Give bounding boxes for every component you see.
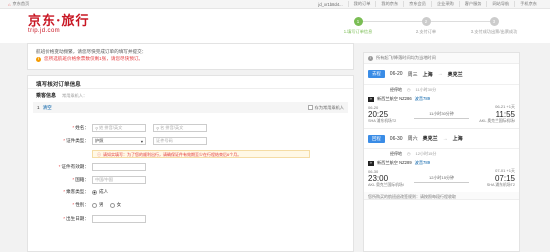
clear-passenger-link[interactable]: 清空 [43,105,52,111]
user-icon: ⚲ [156,125,160,131]
passenger-section: 乘客信息 常用乘机人： [36,92,88,100]
arrow-right-icon: → [437,71,443,77]
gender-row: *性别： 男 女 [72,202,122,208]
airline-logo-icon: ✈ [368,160,374,166]
birthdate-input[interactable] [92,215,146,223]
order-steps: 1 1.填写订单信息 2 2.支付订单 3 3.支付成功出票/出票成功 [328,17,524,39]
nationality-input[interactable]: 中国/中国 [92,176,146,184]
female-radio[interactable] [109,202,115,208]
top-link-enterprise[interactable]: 企业采购 [430,1,459,7]
info-icon: i [368,55,373,61]
top-link-sitenav[interactable]: 网站导航 [486,1,514,7]
birthdate-row: *出生日期： [28,215,146,223]
return-flight: ✈ 新西兰航空 NZ289 波音789 [368,160,431,166]
user-icon: ⚲ [95,125,99,131]
outbound-times: 06-20 06-21 +1天 20:25 11小时30分钟 11:55 SHA… [368,104,515,123]
header: 京东·旅行 trip.jd.com 1 1.填写订单信息 2 2.支付订单 3 … [0,9,550,43]
document-number-input[interactable]: 证件号码 [153,137,207,145]
validity-input[interactable] [92,163,146,171]
given-name-input[interactable]: ⚲ 名 拼音/英文 [153,124,207,132]
user-name[interactable]: jd_xr1b8d4... [313,2,347,7]
refund-policy-note[interactable]: 您所购买的航班退改签规则：请按照每段行程收取 [364,192,519,200]
top-link-orders[interactable]: 我的订单 [347,1,376,7]
validity-row: *证件有效期： [28,163,146,171]
return-header: 回程 06-30 周六 奥克兰 → 上海 [364,128,519,149]
order-main: 航班价格变动频繁，请您尽快完成订单的填写并提交： ! 您所选航班价格余票数仅剩1… [27,43,354,252]
top-bar: ⌂ 京东首页 jd_xr1b8d4... 我的订单 我的京东 京东会员 企业采购… [0,0,550,9]
top-link-mobile[interactable]: 手机京东 [514,1,542,7]
document-row: *证件类型： 护照 ▾ 证件号码 [28,137,207,145]
location-icon: ⌂ [8,1,11,7]
document-hint: ⓘ 请如实填写：为了您的顺利出行，请确保证件有效期至少在行程结束后6个月。 [92,150,310,158]
price-notice: 航班价格变动频繁，请您尽快完成订单的填写并提交： ! 您所选航班价格余票数仅剩1… [27,43,354,70]
home-link[interactable]: ⌂ 京东首页 [8,1,29,7]
return-times: 06-30 07-01 +1天 23:00 12小时15分钟 07:15 AKL… [368,168,515,187]
male-radio[interactable] [92,202,97,208]
passenger-form: 填写核对订单信息 乘客信息 常用乘机人： 1 清空 存为常用乘机人 *姓名： ⚲… [27,75,354,252]
top-link-member[interactable]: 京东会员 [403,1,431,7]
top-links: jd_xr1b8d4... 我的订单 我的京东 京东会员 企业采购 客户服务 网… [313,1,542,7]
top-link-myjd[interactable]: 我的京东 [375,1,403,7]
top-link-service[interactable]: 客户服务 [458,1,487,7]
save-checkbox[interactable] [307,105,313,110]
info-icon: ⓘ [97,151,101,157]
name-row: *姓名： ⚲ 姓 拼音/英文 ⚲ 名 拼音/英文 [28,124,207,132]
return-stop: 经停地 ◷ 12小时15分 [390,150,437,157]
passenger-type-row: *乘客类型： 成人 [63,189,109,195]
nationality-row: *国籍： 中国/中国 [28,176,146,184]
arrow-right-icon: → [442,135,448,142]
step-success: 3 3.支付成功出票/出票成功 [470,17,518,34]
outbound-stop: 经停地 ◷ 11小时30分 [390,86,437,93]
warning-icon: ! [36,56,41,62]
aircraft-type-link[interactable]: 波音789 [415,96,430,102]
passenger-number: 1 [37,105,40,110]
step-pay: 2 2.支付订单 [415,17,437,34]
jd-travel-logo[interactable]: 京东·旅行 trip.jd.com [28,15,128,35]
clock-icon: ◷ [407,87,411,92]
flight-summary: i 所有起飞/降落时间均为当地时间 去程 06-20 周三 上海 → 奥克兰 经… [363,52,520,252]
airline-logo-icon: ✈ [368,96,374,102]
chevron-down-icon: ▾ [140,138,143,144]
local-time-notice: i 所有起飞/降落时间均为当地时间 [364,53,519,64]
form-title: 填写核对订单信息 [28,76,353,89]
passenger-bar: 1 清空 存为常用乘机人 [33,102,348,113]
save-frequent-passenger[interactable]: 存为常用乘机人 [307,105,344,111]
aircraft-type-link[interactable]: 波音789 [415,160,430,166]
surname-input[interactable]: ⚲ 姓 拼音/英文 [92,124,146,132]
outbound-flight: ✈ 新西兰航空 NZ286 波音789 [368,96,431,102]
clock-icon: ◷ [407,151,411,156]
adult-radio[interactable] [92,189,97,195]
outbound-header: 去程 06-20 周三 上海 → 奥克兰 [364,64,519,85]
document-type-select[interactable]: 护照 ▾ [92,137,146,145]
step-fill-order: 1 1.填写订单信息 [343,17,373,34]
